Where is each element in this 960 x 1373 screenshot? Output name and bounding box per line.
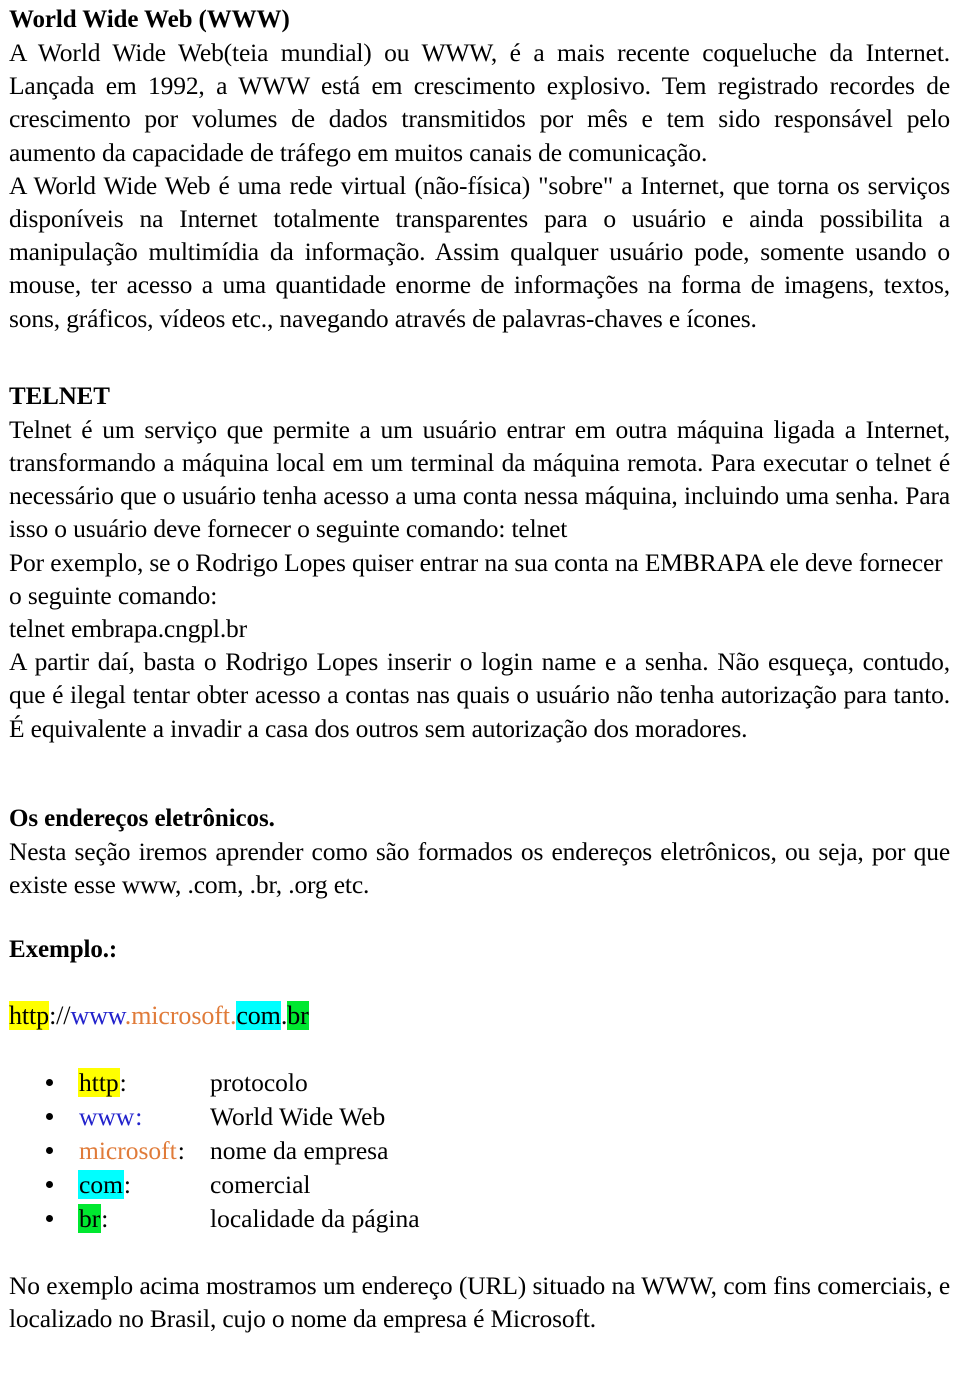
url-example: http://www.microsoft.com.br <box>9 999 950 1033</box>
list-item-term-word: br <box>78 1204 102 1234</box>
list-item-colon: : <box>101 1204 109 1234</box>
url-tld: com <box>236 1001 281 1031</box>
url-separator: :// <box>49 1001 71 1031</box>
list-item-definition: nome da empresa <box>210 1136 389 1166</box>
list-item: br: localidade da página <box>9 1202 950 1236</box>
spacer-before-final <box>9 1236 950 1269</box>
url-company: microsoft <box>131 1001 230 1031</box>
list-item: com: comercial <box>9 1168 950 1202</box>
bullet-icon <box>46 1181 53 1189</box>
list-item-term: com: <box>78 1168 210 1202</box>
spacer-before-exemplo <box>9 901 950 934</box>
list-item-definition: comercial <box>210 1170 311 1200</box>
list-item-definition: localidade da página <box>210 1204 420 1234</box>
list-item-colon: : <box>119 1068 127 1098</box>
spacer-before-url <box>9 966 950 999</box>
list-item-colon: : <box>123 1170 131 1200</box>
paragraph-final-summary: No exemplo acima mostramos um endereço (… <box>9 1271 950 1334</box>
telnet-command-line: telnet embrapa.cngpl.br <box>9 614 247 644</box>
paragraph-telnet-warning: A partir daí, basta o Rodrigo Lopes inse… <box>9 647 950 743</box>
list-item-term-word: http <box>78 1068 120 1098</box>
bullet-icon <box>46 1079 53 1087</box>
url-protocol: http <box>9 1001 50 1031</box>
list-item: http: protocolo <box>9 1066 950 1100</box>
document-page: World Wide Web (WWW) A World Wide Web(te… <box>0 0 960 1373</box>
url-country-code: br <box>287 1001 309 1031</box>
paragraph-www-intro: A World Wide Web(teia mundial) ou WWW, é… <box>9 38 950 167</box>
list-item-term-word: microsoft <box>79 1136 177 1166</box>
url-subdomain: www <box>70 1001 125 1031</box>
list-item-term: http: <box>78 1066 210 1100</box>
spacer-before-list <box>9 1033 950 1066</box>
heading-world-wide-web: World Wide Web (WWW) <box>9 6 290 33</box>
spacer-before-telnet <box>9 335 950 381</box>
spacer-before-enderecos <box>9 745 950 803</box>
heading-telnet: TELNET <box>9 382 110 410</box>
list-item: microsoft: nome da empresa <box>9 1134 950 1168</box>
paragraph-enderecos: Nesta seção iremos aprender como são for… <box>9 836 950 900</box>
heading-exemplo: Exemplo.: <box>9 936 118 964</box>
list-item-term: br: <box>78 1202 210 1236</box>
paragraph-telnet-intro: Telnet é um serviço que permite a um usu… <box>9 414 950 544</box>
list-item-colon: : <box>135 1102 143 1132</box>
url-parts-list: http: protocolo www: World Wide Web micros… <box>9 1066 950 1236</box>
list-item-colon: : <box>177 1136 185 1166</box>
list-item-term-word: com <box>78 1170 124 1200</box>
list-item-term-word: www <box>79 1102 135 1132</box>
paragraph-www-description: A World Wide Web é uma rede virtual (não… <box>9 170 950 333</box>
bullet-icon <box>46 1215 53 1223</box>
bullet-icon <box>46 1113 53 1121</box>
paragraph-telnet-example: Por exemplo, se o Rodrigo Lopes quiser e… <box>9 547 943 610</box>
list-item-term: microsoft: <box>78 1134 210 1168</box>
list-item: www: World Wide Web <box>9 1100 950 1134</box>
list-item-term: www: <box>78 1100 210 1134</box>
list-item-definition: protocolo <box>210 1068 308 1098</box>
bullet-icon <box>46 1147 53 1155</box>
heading-enderecos-eletronicos: Os endereços eletrônicos. <box>9 804 275 832</box>
list-item-definition: World Wide Web <box>210 1102 386 1132</box>
